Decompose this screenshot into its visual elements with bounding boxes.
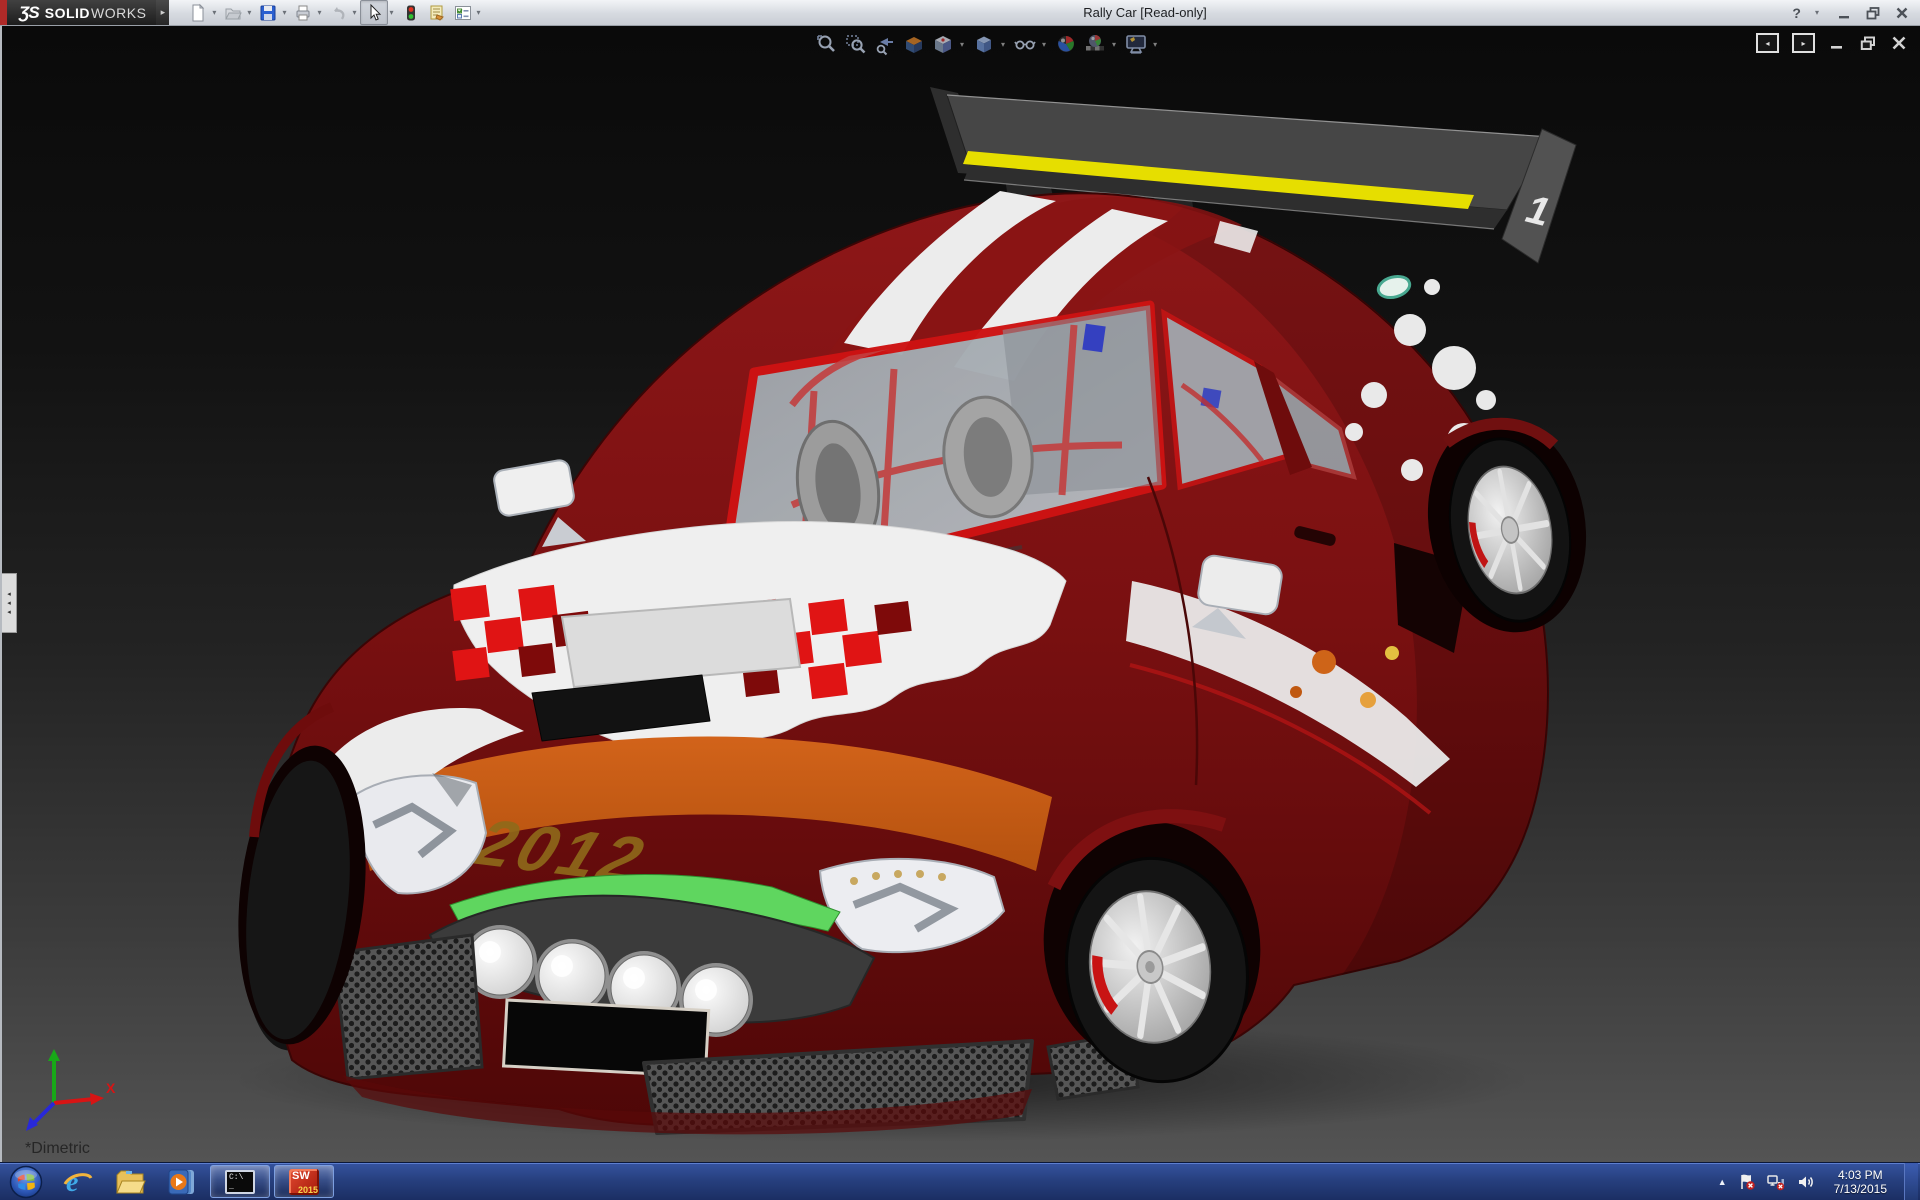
- open-button[interactable]: [220, 1, 246, 24]
- solidworks-version-badge: 2015: [298, 1185, 318, 1195]
- graphics-viewport[interactable]: ▾ ▾ ▾: [0, 25, 1920, 1163]
- dropdown-caret[interactable]: ▾: [352, 8, 356, 17]
- dropdown-caret[interactable]: ▾: [282, 8, 286, 17]
- close-button[interactable]: [1894, 5, 1910, 21]
- solidworks-2015-icon: SW 2015: [289, 1169, 319, 1195]
- command-prompt-icon: C:\ _: [225, 1170, 255, 1194]
- file-properties-button[interactable]: [424, 1, 450, 24]
- mirror-left: [493, 459, 586, 547]
- print-icon: [293, 3, 313, 23]
- titlebar: ƷS SOLID WORKS ▸ ▾ ▾ ▾: [0, 0, 1920, 26]
- taskbar: e C:\ _ SW 2015 ▲: [0, 1162, 1920, 1200]
- dropdown-caret[interactable]: ▾: [317, 8, 321, 17]
- network-disconnected-icon[interactable]: [1767, 1173, 1786, 1191]
- dropdown-caret[interactable]: ▾: [247, 8, 251, 17]
- new-document-icon: [188, 3, 208, 23]
- rebuild-traffic-light-icon: [401, 3, 421, 23]
- svg-text:e: e: [66, 1167, 78, 1198]
- minimize-button[interactable]: [1836, 5, 1852, 21]
- print-button[interactable]: [290, 1, 316, 24]
- open-folder-icon: [223, 3, 243, 23]
- bumper-mesh-left: [334, 935, 482, 1079]
- tray-clock[interactable]: 4:03 PM 7/13/2015: [1834, 1168, 1887, 1196]
- dropdown-caret[interactable]: ▾: [212, 8, 216, 17]
- restore-button[interactable]: [1865, 5, 1881, 21]
- taskbar-solidworks-2015[interactable]: SW 2015: [274, 1165, 334, 1198]
- reference-triad: X: [16, 1041, 116, 1131]
- rebuild-button[interactable]: [398, 1, 424, 24]
- taskbar-media-player[interactable]: [156, 1163, 208, 1200]
- document-title: Rally Car [Read-only]: [1000, 5, 1290, 20]
- action-center-flag-icon[interactable]: [1738, 1173, 1756, 1191]
- rally-car-model[interactable]: 1: [2, 25, 1920, 1163]
- solidworks-brand-bold: SOLID: [45, 5, 90, 21]
- undo-icon: [328, 3, 348, 23]
- taskbar-command-prompt[interactable]: C:\ _: [210, 1165, 270, 1198]
- titlebar-red-edge: [0, 0, 7, 25]
- taskbar-internet-explorer[interactable]: e: [52, 1163, 104, 1200]
- system-tray: ▲ 4:03 PM 7/13/2015: [1718, 1163, 1920, 1200]
- folder-icon: [114, 1166, 146, 1198]
- taskbar-windows-explorer[interactable]: [104, 1163, 156, 1200]
- triad-x-label: X: [106, 1080, 116, 1096]
- tray-date: 7/13/2015: [1834, 1182, 1887, 1196]
- teal-oval-decal: [1376, 273, 1412, 301]
- menu-expand-arrow[interactable]: ▸: [156, 0, 169, 25]
- file-properties-icon: [427, 3, 447, 23]
- internet-explorer-icon: e: [62, 1166, 94, 1198]
- options-checklist-icon: [453, 3, 473, 23]
- options-button[interactable]: [450, 1, 476, 24]
- windows-start-orb-icon: [9, 1165, 43, 1199]
- main-toolbar: ▾ ▾ ▾ ▾ ▾: [185, 0, 484, 25]
- tray-time: 4:03 PM: [1834, 1168, 1887, 1182]
- dropdown-caret[interactable]: ▾: [1815, 8, 1819, 17]
- start-button[interactable]: [0, 1163, 52, 1200]
- show-desktop-button[interactable]: [1904, 1163, 1918, 1200]
- media-player-icon: [166, 1166, 198, 1198]
- save-floppy-icon: [258, 3, 278, 23]
- select-cursor-icon: [364, 3, 384, 23]
- volume-icon[interactable]: [1797, 1173, 1815, 1191]
- dropdown-caret[interactable]: ▾: [389, 8, 393, 17]
- show-hidden-icons-button[interactable]: ▲: [1718, 1177, 1727, 1187]
- help-button[interactable]: ?: [1792, 5, 1801, 21]
- window-controls: ? ▾: [1792, 0, 1910, 25]
- save-button[interactable]: [255, 1, 281, 24]
- solidworks-brand-light: WORKS: [91, 5, 146, 21]
- dropdown-caret[interactable]: ▾: [477, 8, 481, 17]
- select-tool-button[interactable]: [360, 0, 388, 25]
- undo-button[interactable]: [325, 1, 351, 24]
- view-orientation-label: *Dimetric: [25, 1140, 90, 1158]
- new-button[interactable]: [185, 1, 211, 24]
- solidworks-logo[interactable]: ƷS SOLID WORKS: [7, 0, 156, 25]
- solidworks-logo-mark: ƷS: [19, 3, 39, 23]
